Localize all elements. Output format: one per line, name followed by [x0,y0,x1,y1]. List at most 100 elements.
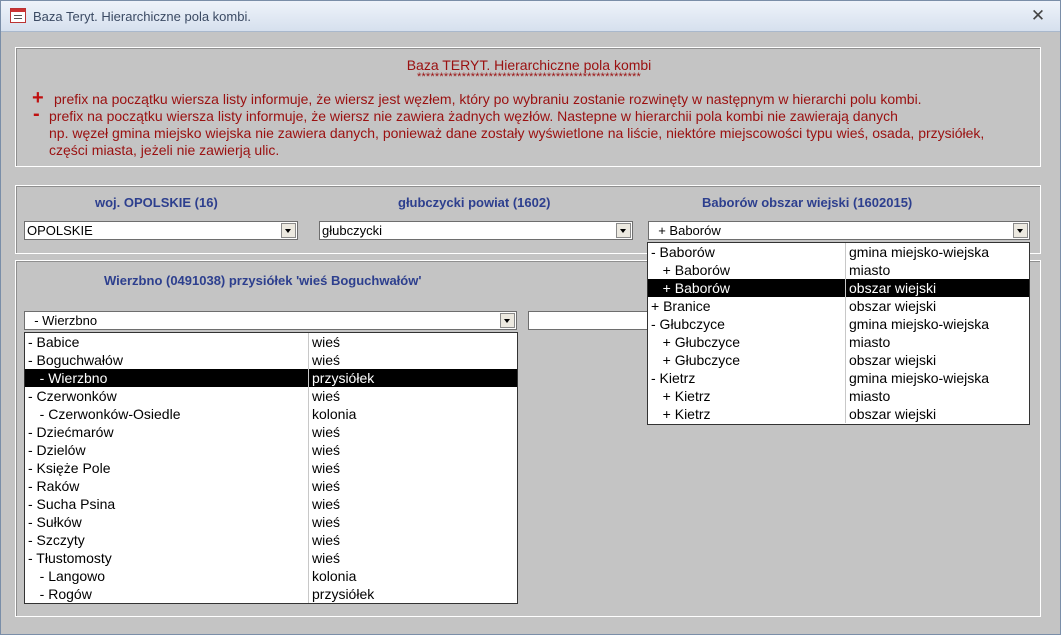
list-item[interactable]: + Baborów miasto [648,261,1029,279]
list-item-name: - Wierzbno [28,370,108,386]
list-item[interactable]: - Babice wieś [25,333,517,351]
miejscowosc-combo[interactable]: - Wierzbno [24,311,517,330]
list-item-name: - Raków [28,478,80,494]
list-item-name: - Rogów [28,586,92,602]
info-line-2: prefix na początku wiersza listy informu… [49,108,898,124]
list-item-type: obszar wiejski [845,297,936,315]
powiat-combo-value: głubczycki [322,223,382,238]
info-line-4: części miasta, jeżeli nie zawierją ulic. [49,142,280,158]
list-item[interactable]: - Raków wieś [25,477,517,495]
chevron-down-icon[interactable] [616,223,631,238]
list-item-name: - Kietrz [651,370,696,386]
list-item[interactable]: - Wierzbno przysiółek [25,369,517,387]
list-item-name: + Baborów [651,280,730,296]
list-item[interactable]: + Baborów obszar wiejski [648,279,1029,297]
woj-combo-value: OPOLSKIE [27,223,93,238]
list-item-name: - Księże Pole [28,460,111,476]
list-item[interactable]: + Branice obszar wiejski [648,297,1029,315]
woj-combo[interactable]: OPOLSKIE [24,221,298,240]
list-item-type: obszar wiejski [845,351,936,369]
list-item[interactable]: + Kietrz miasto [648,387,1029,405]
chevron-down-icon[interactable] [500,313,515,328]
list-item[interactable]: - Czerwonków wieś [25,387,517,405]
list-item-type: wieś [308,441,340,459]
gmina-dropdown-list[interactable]: - Baborów gmina miejsko-wiejska + Baborów… [647,242,1030,425]
chevron-down-icon[interactable] [1013,223,1028,238]
gmina-combo-value: + Baborów [651,223,721,238]
list-item[interactable]: - Szczyty wieś [25,531,517,549]
list-item-name: - Langowo [28,568,106,584]
chevron-down-icon[interactable] [281,223,296,238]
list-item-type: miasto [845,261,890,279]
list-item-name: + Kietrz [651,406,711,422]
powiat-header: głubczycki powiat (1602) [398,195,551,210]
list-item-name: + Kietrz [651,388,711,404]
list-item-type: obszar wiejski [845,405,936,423]
list-item-name: - Tłustomosty [28,550,112,566]
minus-icon: - [33,103,40,125]
list-item[interactable]: - Baborów gmina miejsko-wiejska [648,243,1029,261]
list-item-name: + Głubczyce [651,334,741,350]
close-button[interactable]: ✕ [1028,6,1048,26]
list-item[interactable]: - Czerwonków-Osiedle kolonia [25,405,517,423]
list-item-type: wieś [308,477,340,495]
list-item-name: - Czerwonków-Osiedle [28,406,181,422]
list-item-type: wieś [308,459,340,477]
list-item-type: miasto [845,387,890,405]
street-combo[interactable] [528,311,658,330]
list-item-type: kolonia [308,405,356,423]
woj-header: woj. OPOLSKIE (16) [95,195,218,210]
list-item-type: gmina miejsko-wiejska [845,369,989,387]
list-item-type: gmina miejsko-wiejska [845,315,989,333]
list-item[interactable]: - Sułków wieś [25,513,517,531]
list-item-name: - Babice [28,334,80,350]
info-line-1: prefix na początku wiersza listy informu… [54,91,922,107]
list-item-type: wieś [308,531,340,549]
list-item[interactable]: - Langowo kolonia [25,567,517,585]
list-item[interactable]: - Sucha Psina wieś [25,495,517,513]
miejscowosc-dropdown-list[interactable]: - Babice wieś - Boguchwałów wieś - Wierzbno… [24,332,518,604]
list-item[interactable]: + Kietrz obszar wiejski [648,405,1029,423]
gmina-combo[interactable]: + Baborów [648,221,1030,240]
main-window: Baza Teryt. Hierarchiczne pola kombi. ✕ … [0,0,1061,635]
list-item-type: wieś [308,351,340,369]
list-item-name: - Dziećmarów [28,424,114,440]
list-item[interactable]: + Głubczyce obszar wiejski [648,351,1029,369]
list-item-name: - Sułków [28,514,82,530]
list-item-name: + Branice [651,298,711,314]
list-item[interactable]: - Dziećmarów wieś [25,423,517,441]
list-item-type: przysiółek [308,369,374,387]
info-panel: Baza TERYT. Hierarchiczne pola kombi ***… [15,47,1041,167]
miejscowosc-header: Wierzbno (0491038) przysiółek 'wieś Bogu… [104,273,422,288]
window-title: Baza Teryt. Hierarchiczne pola kombi. [33,9,251,24]
list-item-type: wieś [308,387,340,405]
list-item[interactable]: - Księże Pole wieś [25,459,517,477]
list-item[interactable]: - Tłustomosty wieś [25,549,517,567]
list-item-type: gmina miejsko-wiejska [845,243,989,261]
list-item-name: + Baborów [651,262,730,278]
list-item-name: - Baborów [651,244,715,260]
list-item-type: wieś [308,333,340,351]
list-item[interactable]: - Rogów przysiółek [25,585,517,603]
list-item[interactable]: - Boguchwałów wieś [25,351,517,369]
gmina-header: Baborów obszar wiejski (1602015) [702,195,913,210]
list-item-name: - Czerwonków [28,388,117,404]
list-item-type: miasto [845,333,890,351]
list-item[interactable]: - Głubczyce gmina miejsko-wiejska [648,315,1029,333]
list-item-name: - Dzielów [28,442,86,458]
list-item[interactable]: - Dzielów wieś [25,441,517,459]
list-item-name: + Głubczyce [651,352,741,368]
info-stars: ****************************************… [416,71,642,83]
info-line-3: np. węzeł gmina miejsko wiejska nie zawi… [49,125,985,141]
list-item-type: przysiółek [308,585,374,603]
list-item-name: - Głubczyce [651,316,725,332]
list-item-type: kolonia [308,567,356,585]
powiat-combo[interactable]: głubczycki [319,221,633,240]
list-item[interactable]: + Głubczyce miasto [648,333,1029,351]
list-item-name: - Boguchwałów [28,352,123,368]
list-item[interactable]: - Kietrz gmina miejsko-wiejska [648,369,1029,387]
list-item-type: wieś [308,423,340,441]
list-item-name: - Szczyty [28,532,85,548]
title-bar: Baza Teryt. Hierarchiczne pola kombi. ✕ [1,1,1060,32]
list-item-type: wieś [308,495,340,513]
